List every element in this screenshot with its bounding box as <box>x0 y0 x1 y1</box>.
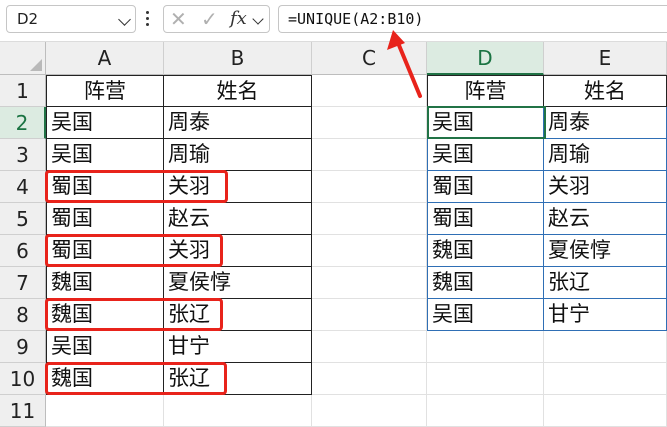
empty-cell[interactable] <box>312 203 427 235</box>
spill-cell[interactable]: 魏国 <box>427 267 544 299</box>
spreadsheet-grid[interactable]: A B C D E 1 2 3 4 5 6 7 8 9 10 11 阵营 姓名 … <box>0 41 667 427</box>
annotation-arrow-icon <box>387 30 422 98</box>
table-cell[interactable]: 魏国 <box>46 299 164 331</box>
empty-cell[interactable] <box>312 299 427 331</box>
empty-cell[interactable] <box>312 139 427 171</box>
empty-cell[interactable] <box>312 267 427 299</box>
column-header-b[interactable]: B <box>164 42 312 75</box>
empty-cell[interactable] <box>164 395 312 427</box>
row-header[interactable]: 5 <box>0 203 46 235</box>
column-header-d[interactable]: D <box>427 42 544 75</box>
row-header[interactable]: 2 <box>0 107 46 139</box>
empty-cell[interactable] <box>312 235 427 267</box>
row-header[interactable]: 11 <box>0 395 46 427</box>
spill-cell[interactable]: 蜀国 <box>427 203 544 235</box>
row-header[interactable]: 8 <box>0 299 46 331</box>
spill-cell[interactable]: 魏国 <box>427 235 544 267</box>
empty-cell[interactable] <box>312 107 427 139</box>
name-box[interactable]: D2 <box>6 5 136 33</box>
empty-cell[interactable] <box>544 395 667 427</box>
spill-cell[interactable]: 吴国 <box>427 139 544 171</box>
formula-buttons: ✕ ✓ fx <box>163 5 270 33</box>
table-cell[interactable]: 甘宁 <box>164 331 312 363</box>
empty-cell[interactable] <box>312 395 427 427</box>
spill-cell[interactable]: 张辽 <box>544 267 667 299</box>
table-cell[interactable]: 周瑜 <box>164 139 312 171</box>
empty-cell[interactable] <box>312 331 427 363</box>
insert-function-icon[interactable]: fx <box>230 8 247 29</box>
empty-cell[interactable] <box>544 363 667 395</box>
formula-bar-area: D2 ✕ ✓ fx =UNIQUE(A2:B10) <box>0 0 667 38</box>
enter-icon[interactable]: ✓ <box>201 7 218 31</box>
spill-cell[interactable]: 甘宁 <box>544 299 667 331</box>
empty-cell[interactable] <box>46 395 164 427</box>
cancel-icon[interactable]: ✕ <box>170 7 187 31</box>
source-header-name[interactable]: 姓名 <box>164 75 312 107</box>
empty-cell[interactable] <box>427 363 544 395</box>
table-cell[interactable]: 吴国 <box>46 139 164 171</box>
table-cell[interactable]: 关羽 <box>164 235 312 267</box>
spill-cell[interactable]: 夏侯惇 <box>544 235 667 267</box>
row-header[interactable]: 1 <box>0 75 46 107</box>
spill-cell[interactable]: 关羽 <box>544 171 667 203</box>
table-cell[interactable]: 赵云 <box>164 203 312 235</box>
empty-cell[interactable] <box>544 331 667 363</box>
table-cell[interactable]: 吴国 <box>46 331 164 363</box>
table-cell[interactable]: 吴国 <box>46 107 164 139</box>
spill-cell[interactable]: 周泰 <box>544 107 667 139</box>
table-cell[interactable]: 魏国 <box>46 363 164 395</box>
spill-cell[interactable]: 蜀国 <box>427 171 544 203</box>
column-header-a[interactable]: A <box>46 42 164 75</box>
table-cell[interactable]: 关羽 <box>164 171 312 203</box>
row-header[interactable]: 7 <box>0 267 46 299</box>
spill-cell[interactable]: 周瑜 <box>544 139 667 171</box>
select-all-corner[interactable] <box>0 42 46 75</box>
empty-cell[interactable] <box>427 395 544 427</box>
table-cell[interactable]: 魏国 <box>46 267 164 299</box>
chevron-down-icon[interactable] <box>118 13 131 26</box>
select-all-icon <box>30 59 42 71</box>
table-cell[interactable]: 夏侯惇 <box>164 267 312 299</box>
row-header[interactable]: 10 <box>0 363 46 395</box>
result-header-camp[interactable]: 阵营 <box>427 75 544 107</box>
empty-cell[interactable] <box>312 363 427 395</box>
table-cell[interactable]: 张辽 <box>164 363 312 395</box>
row-header[interactable]: 9 <box>0 331 46 363</box>
formula-input[interactable]: =UNIQUE(A2:B10) <box>278 5 667 33</box>
row-header[interactable]: 4 <box>0 171 46 203</box>
formula-text: =UNIQUE(A2:B10) <box>288 10 424 28</box>
table-cell[interactable]: 蜀国 <box>46 171 164 203</box>
chevron-down-icon[interactable] <box>252 13 264 25</box>
spill-cell[interactable]: 赵云 <box>544 203 667 235</box>
row-header[interactable]: 3 <box>0 139 46 171</box>
row-header[interactable]: 6 <box>0 235 46 267</box>
result-header-name[interactable]: 姓名 <box>544 75 667 107</box>
table-cell[interactable]: 蜀国 <box>46 235 164 267</box>
empty-cell[interactable] <box>312 171 427 203</box>
name-box-value: D2 <box>17 10 39 28</box>
table-cell[interactable]: 蜀国 <box>46 203 164 235</box>
source-header-camp[interactable]: 阵营 <box>46 75 164 107</box>
table-cell[interactable]: 张辽 <box>164 299 312 331</box>
empty-cell[interactable] <box>427 331 544 363</box>
more-options-icon[interactable] <box>146 9 150 29</box>
spill-cell[interactable]: 吴国 <box>427 107 544 139</box>
column-header-e[interactable]: E <box>544 42 667 75</box>
spill-cell[interactable]: 吴国 <box>427 299 544 331</box>
table-cell[interactable]: 周泰 <box>164 107 312 139</box>
